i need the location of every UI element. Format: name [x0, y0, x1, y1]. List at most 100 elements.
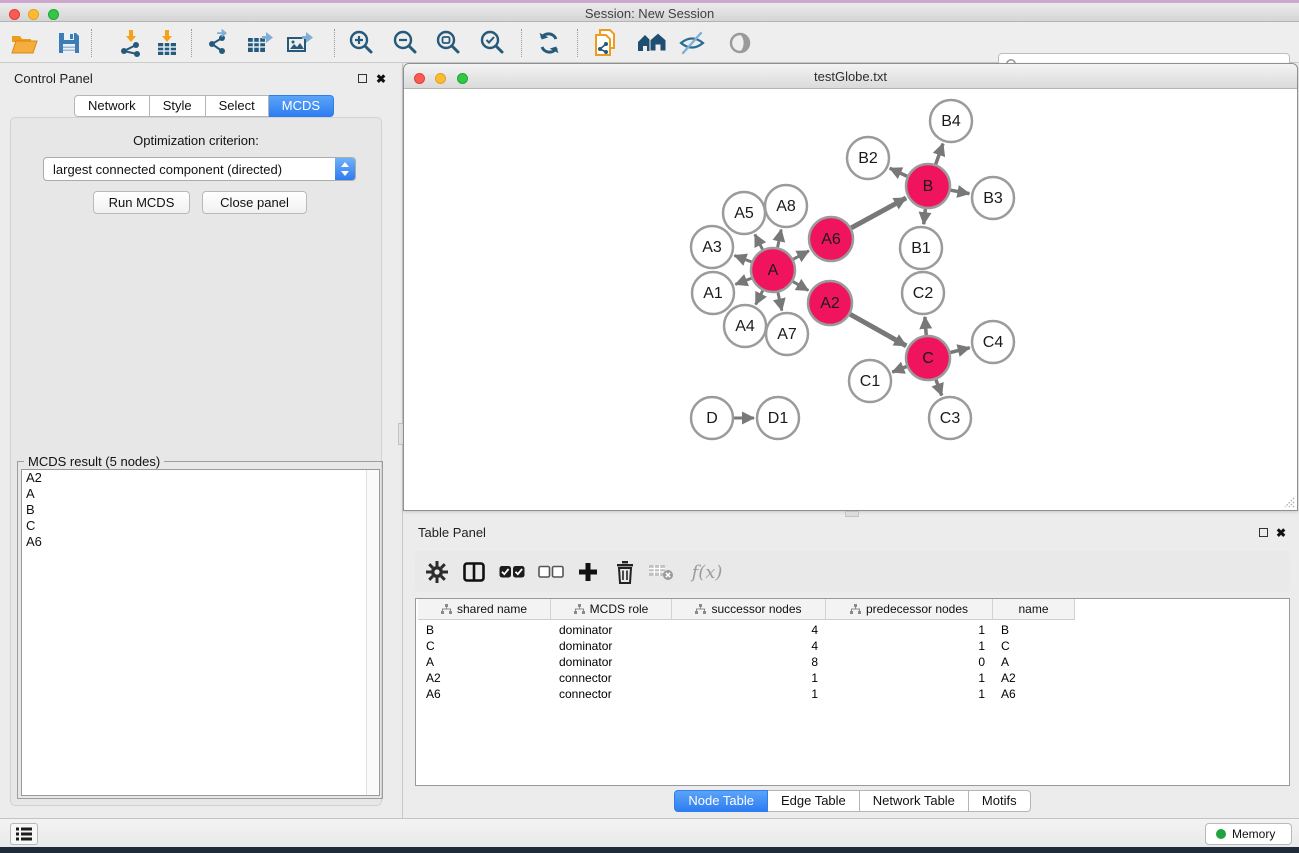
show-graphics-details-icon[interactable]	[724, 27, 756, 59]
edge-B-B2[interactable]	[890, 168, 907, 176]
table-cell[interactable]: C	[418, 638, 551, 654]
horizontal-divider-handle[interactable]	[845, 511, 859, 517]
node-D1[interactable]: D1	[757, 397, 799, 439]
window-resize-grip[interactable]	[1281, 494, 1295, 508]
network-window-titlebar[interactable]: testGlobe.txt	[404, 64, 1297, 89]
add-column-icon[interactable]	[573, 557, 603, 587]
settings-gear-icon[interactable]	[422, 557, 452, 587]
network-canvas[interactable]: B4B2BB3A8A5A6A3B1AC2A1A2A4A7C4CC1C3DD1	[404, 89, 1297, 510]
node-B1[interactable]: B1	[900, 227, 942, 269]
node-C3[interactable]: C3	[929, 397, 971, 439]
table-cell[interactable]: C	[993, 638, 1075, 654]
node-B2[interactable]: B2	[847, 137, 889, 179]
table-cell[interactable]: 8	[672, 654, 826, 670]
tab-network-table[interactable]: Network Table	[860, 790, 969, 812]
criterion-dropdown[interactable]: largest connected component (directed)	[43, 157, 356, 181]
edge-C-C1[interactable]	[892, 366, 906, 372]
node-B4[interactable]: B4	[930, 100, 972, 142]
edge-A2-C[interactable]	[850, 314, 906, 346]
export-network-icon[interactable]	[203, 27, 235, 59]
hide-graphics-details-icon[interactable]	[676, 27, 708, 59]
edge-A-A3[interactable]	[734, 255, 751, 261]
refresh-icon[interactable]	[533, 27, 565, 59]
table-cell[interactable]: 1	[672, 670, 826, 686]
zoom-selected-icon[interactable]	[477, 27, 509, 59]
table-row[interactable]: Bdominator41B	[418, 622, 1075, 638]
node-A3[interactable]: A3	[691, 226, 733, 268]
edge-C-C2[interactable]	[925, 317, 926, 335]
edge-C-C3[interactable]	[936, 380, 942, 396]
table-cell[interactable]: A6	[993, 686, 1075, 702]
edge-B-B3[interactable]	[951, 190, 970, 193]
edge-A-A4[interactable]	[756, 291, 763, 305]
node-A5[interactable]: A5	[723, 192, 765, 234]
mcds-result-item[interactable]: B	[22, 502, 379, 518]
table-cell[interactable]: 1	[826, 670, 993, 686]
delete-table-icon[interactable]	[646, 557, 676, 587]
export-image-icon[interactable]	[283, 27, 315, 59]
edge-A-A8[interactable]	[778, 230, 782, 248]
node-A4[interactable]: A4	[724, 305, 766, 347]
edge-B-B1[interactable]	[924, 209, 926, 224]
mcds-result-item[interactable]: A2	[22, 470, 379, 486]
node-A7[interactable]: A7	[766, 313, 808, 355]
table-cell[interactable]: dominator	[551, 638, 672, 654]
run-mcds-button[interactable]: Run MCDS	[93, 191, 190, 214]
node-C4[interactable]: C4	[972, 321, 1014, 363]
column-header-MCDS-role[interactable]: MCDS role	[551, 599, 672, 620]
import-network-icon[interactable]	[115, 27, 147, 59]
table-cell[interactable]: 1	[672, 686, 826, 702]
tab-network[interactable]: Network	[74, 95, 150, 117]
mcds-result-list[interactable]: A2ABCA6	[21, 469, 380, 796]
task-history-button[interactable]	[10, 823, 38, 845]
node-A[interactable]: A	[751, 248, 795, 292]
table-cell[interactable]: A	[993, 654, 1075, 670]
edge-A-A1[interactable]	[735, 278, 751, 284]
clone-network-icon[interactable]	[590, 27, 622, 59]
mcds-result-item[interactable]: A	[22, 486, 379, 502]
dropdown-stepper[interactable]	[335, 158, 355, 180]
node-B[interactable]: B	[906, 164, 950, 208]
home-networks-icon[interactable]	[636, 27, 668, 59]
node-A1[interactable]: A1	[692, 272, 734, 314]
tab-motifs[interactable]: Motifs	[969, 790, 1031, 812]
table-panel-close-button[interactable]: ✖	[1276, 527, 1286, 539]
table-cell[interactable]: connector	[551, 670, 672, 686]
edge-B-B4[interactable]	[936, 144, 943, 165]
network-graph[interactable]: B4B2BB3A8A5A6A3B1AC2A1A2A4A7C4CC1C3DD1	[404, 89, 1297, 510]
table-cell[interactable]: 0	[826, 654, 993, 670]
zoom-in-icon[interactable]	[346, 27, 378, 59]
control-panel-close-button[interactable]: ✖	[376, 73, 386, 85]
zoom-fit-icon[interactable]	[433, 27, 465, 59]
node-C1[interactable]: C1	[849, 360, 891, 402]
tab-select[interactable]: Select	[206, 95, 269, 117]
node-B3[interactable]: B3	[972, 177, 1014, 219]
table-cell[interactable]: 4	[672, 638, 826, 654]
table-cell[interactable]: 1	[826, 686, 993, 702]
table-cell[interactable]: A2	[993, 670, 1075, 686]
save-session-icon[interactable]	[53, 27, 85, 59]
column-header-successor-nodes[interactable]: successor nodes	[672, 599, 826, 620]
table-row[interactable]: A6connector11A6	[418, 686, 1075, 702]
function-builder-icon[interactable]: f(x)	[687, 557, 727, 587]
table-cell[interactable]: 1	[826, 622, 993, 638]
tab-node-table[interactable]: Node Table	[674, 790, 768, 812]
column-view-icon[interactable]	[459, 557, 489, 587]
column-header-predecessor-nodes[interactable]: predecessor nodes	[826, 599, 993, 620]
mcds-result-item[interactable]: C	[22, 518, 379, 534]
column-header-name[interactable]: name	[993, 599, 1075, 620]
tab-mcds[interactable]: MCDS	[269, 95, 334, 117]
table-cell[interactable]: dominator	[551, 654, 672, 670]
mcds-result-item[interactable]: A6	[22, 534, 379, 550]
edge-A6-B[interactable]	[851, 198, 906, 228]
table-row[interactable]: Cdominator41C	[418, 638, 1075, 654]
table-panel-float-button[interactable]	[1259, 528, 1268, 537]
table-row[interactable]: A2connector11A2	[418, 670, 1075, 686]
node-C2[interactable]: C2	[902, 272, 944, 314]
node-C[interactable]: C	[906, 336, 950, 380]
close-panel-button[interactable]: Close panel	[202, 191, 307, 214]
table-cell[interactable]: 1	[826, 638, 993, 654]
node-A6[interactable]: A6	[809, 217, 853, 261]
table-cell[interactable]: A	[418, 654, 551, 670]
zoom-out-icon[interactable]	[390, 27, 422, 59]
